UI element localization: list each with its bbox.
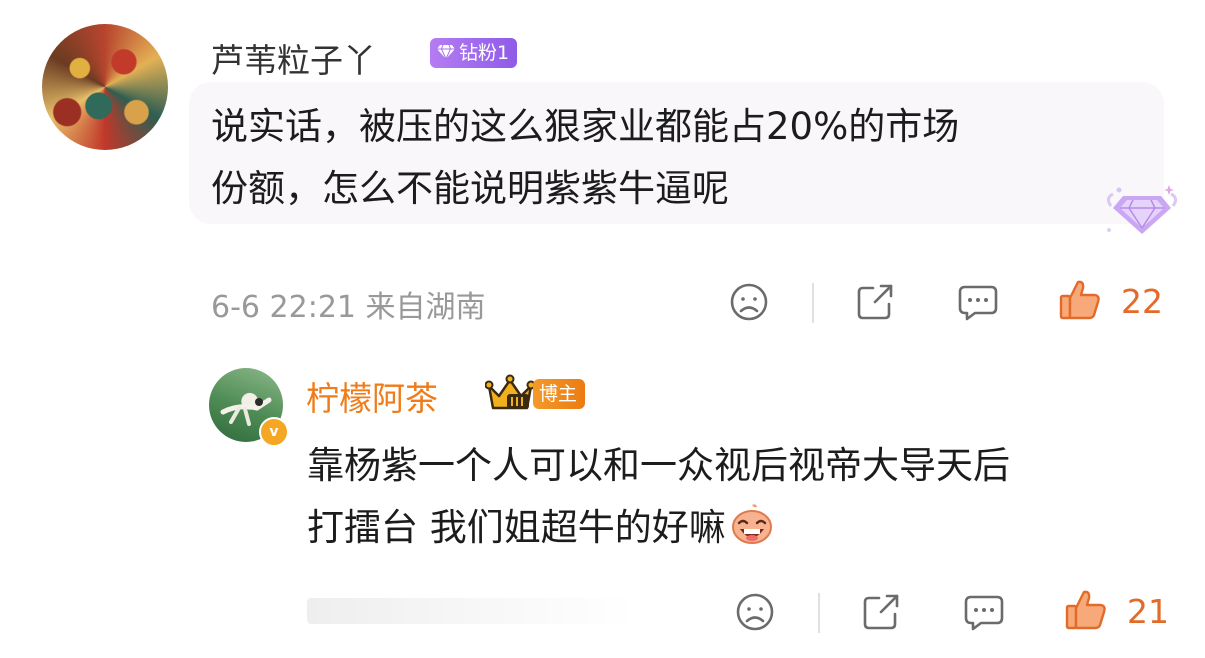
like-icon[interactable]	[1058, 278, 1102, 322]
comment-username[interactable]: 芦苇粒子丫	[211, 34, 376, 82]
faded-line	[307, 598, 637, 624]
action-divider	[812, 283, 814, 323]
fan-level-badge[interactable]: 钻粉1	[430, 38, 518, 68]
like-icon[interactable]	[1064, 588, 1108, 632]
comment-avatar[interactable]	[42, 24, 168, 150]
comment-icon[interactable]	[957, 284, 999, 322]
crown-level-3-icon	[485, 374, 535, 410]
share-icon[interactable]	[855, 282, 897, 322]
reply-line-1: 靠杨紫一个人可以和一众视后视帝大导天后	[307, 444, 1010, 487]
reply-content[interactable]: 靠杨紫一个人可以和一众视后视帝大导天后 打擂台 我们姐超牛的好嘛	[307, 435, 1167, 559]
diamond-gem-decoration-icon	[1106, 185, 1178, 234]
reply-username[interactable]: 柠檬阿茶	[306, 372, 438, 420]
comment-icon[interactable]	[963, 594, 1005, 632]
action-divider	[818, 593, 820, 633]
like-count: 21	[1127, 592, 1169, 631]
like-count: 22	[1121, 282, 1163, 321]
share-icon[interactable]	[861, 592, 903, 632]
dislike-icon[interactable]	[729, 282, 769, 322]
verified-v-icon: v	[259, 417, 289, 447]
reply-line-2-wrap: 打擂台 我们姐超牛的好嘛	[307, 497, 1167, 559]
reply-line-2: 打擂台 我们姐超牛的好嘛	[307, 506, 726, 549]
fan-badge-label: 钻粉1	[459, 42, 510, 64]
comment-line-1: 说实话，被压的这么狠家业都能占20%的市场	[211, 105, 960, 148]
blogger-badge[interactable]: 博主	[533, 379, 586, 409]
laughing-emoji-icon	[731, 504, 772, 544]
comment-meta: 6-6 22:21 来自湖南	[211, 290, 486, 325]
comment-content[interactable]: 说实话，被压的这么狠家业都能占20%的市场 份额，怎么不能说明紫紫牛逼呢	[211, 96, 1141, 220]
dislike-icon[interactable]	[735, 592, 775, 632]
diamond-icon	[437, 44, 455, 60]
comment-line-2: 份额，怎么不能说明紫紫牛逼呢	[211, 167, 729, 210]
